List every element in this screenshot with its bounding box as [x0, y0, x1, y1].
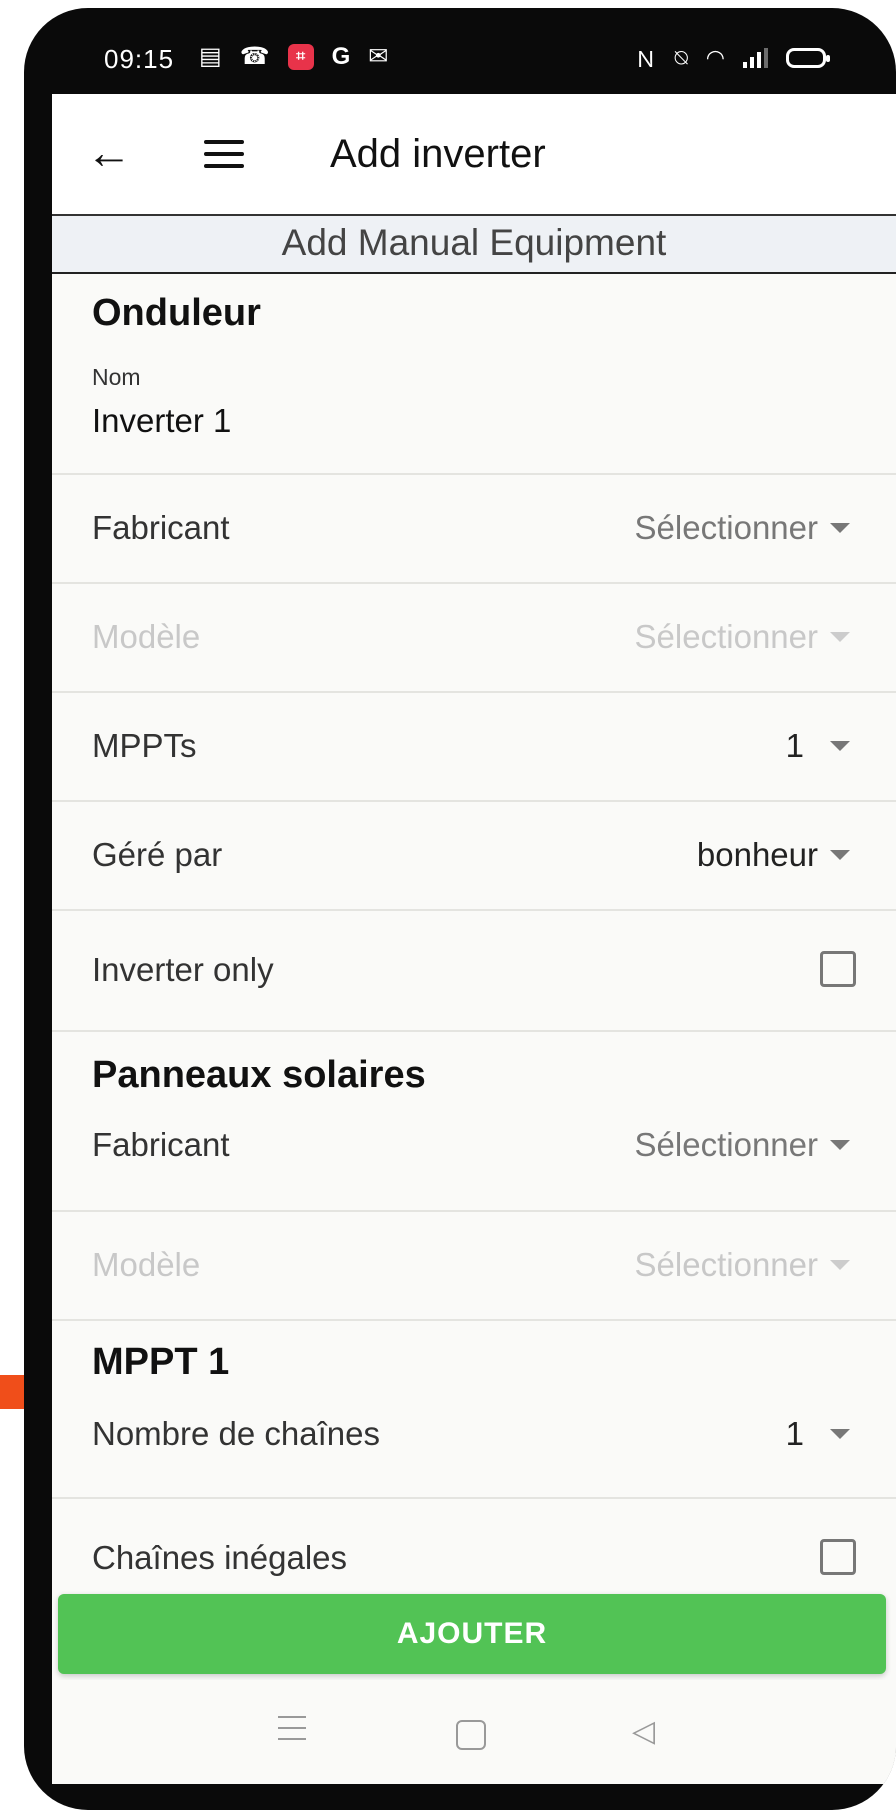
nfc-icon: Ｎ — [634, 47, 657, 72]
chaines-label: Nombre de chaînes — [92, 1415, 380, 1452]
onduleur-modele-value: Sélectionner — [635, 618, 850, 656]
panneaux-modele-text: Sélectionner — [634, 1246, 818, 1283]
name-field[interactable]: Nom Inverter 1 — [52, 354, 896, 475]
section-mppt1-title: MPPT 1 — [92, 1341, 230, 1383]
panneaux-fabricant-value[interactable]: Sélectionner — [635, 1126, 850, 1164]
status-right-icons: Ｎ ⍉ ◠ — [634, 42, 830, 74]
phone-missed-icon: ☎ — [239, 43, 270, 70]
home-icon[interactable] — [456, 1720, 486, 1750]
onduleur-modele-label: Modèle — [92, 618, 201, 655]
section-onduleur-title: Onduleur — [92, 292, 261, 334]
chevron-down-icon — [830, 632, 850, 642]
system-nav-bar: ◁ — [52, 1680, 896, 1784]
gere-par-value[interactable]: bonheur — [697, 836, 850, 874]
chaines-inegales-label: Chaînes inégales — [92, 1539, 348, 1576]
onduleur-fabricant-label: Fabricant — [92, 509, 230, 546]
app-screen: ← Add inverter Add Manual Equipment Ondu… — [52, 94, 896, 1784]
subheader-tab[interactable]: Add Manual Equipment — [52, 216, 896, 274]
recent-apps-icon[interactable] — [278, 1716, 306, 1749]
crop-app-icon: ⌗ — [287, 43, 314, 70]
gere-par-text: bonheur — [696, 836, 818, 873]
panneaux-modele-label: Modèle — [92, 1246, 201, 1283]
inverter-only-checkbox[interactable] — [820, 951, 856, 987]
chevron-down-icon — [830, 850, 850, 860]
vibrate-icon: ⍉ — [674, 45, 688, 70]
chaines-text: 1 — [785, 1415, 804, 1452]
mppts-label: MPPTs — [92, 727, 197, 764]
gere-par-label: Géré par — [92, 836, 223, 873]
notes-icon: ▤ — [199, 43, 222, 70]
chaines-select[interactable]: Nombre de chaînes 1 — [52, 1393, 896, 1499]
phone-frame: 09:15 ▤ ☎ ⌗ G ✉ Ｎ ⍉ ◠ ← Add inverter Add… — [24, 8, 896, 1810]
onduleur-modele-text: Sélectionner — [634, 618, 818, 655]
hamburger-menu-icon[interactable] — [204, 140, 244, 176]
google-icon: G — [331, 42, 351, 70]
panneaux-fabricant-label: Fabricant — [92, 1126, 230, 1163]
wifi-icon: ◠ — [705, 45, 725, 70]
page-title: Add inverter — [330, 132, 546, 176]
onduleur-fabricant-value[interactable]: Sélectionner — [635, 509, 850, 547]
chaines-inegales-row: Chaînes inégales — [52, 1499, 896, 1606]
battery-icon — [786, 48, 830, 68]
back-arrow-icon[interactable]: ← — [86, 124, 132, 180]
panneaux-modele-value: Sélectionner — [635, 1246, 850, 1284]
panneaux-modele-select: Modèle Sélectionner — [52, 1212, 896, 1321]
ajouter-button[interactable]: AJOUTER — [58, 1594, 886, 1674]
gmail-icon: ✉ — [368, 43, 389, 70]
app-bar: ← Add inverter — [52, 94, 896, 216]
panneaux-fabricant-select[interactable]: Fabricant Sélectionner — [52, 1106, 896, 1212]
status-left-icons: ▤ ☎ ⌗ G ✉ — [199, 42, 388, 71]
inverter-only-row: Inverter only — [52, 911, 896, 1032]
name-field-label: Nom — [92, 364, 141, 390]
onduleur-fabricant-select[interactable]: Fabricant Sélectionner — [52, 475, 896, 584]
mppts-value[interactable]: 1 — [786, 727, 850, 765]
chevron-down-icon — [830, 1429, 850, 1439]
chaines-inegales-checkbox[interactable] — [820, 1539, 856, 1575]
section-panneaux-title: Panneaux solaires — [92, 1054, 426, 1096]
onduleur-fabricant-text: Sélectionner — [634, 509, 818, 546]
back-triangle-icon[interactable]: ◁ — [632, 1714, 655, 1749]
chevron-down-icon — [830, 1140, 850, 1150]
chevron-down-icon — [830, 1260, 850, 1270]
mppts-select[interactable]: MPPTs 1 — [52, 693, 896, 802]
signal-icon — [743, 48, 768, 68]
name-field-value[interactable]: Inverter 1 — [92, 402, 231, 440]
inverter-only-label: Inverter only — [92, 951, 274, 988]
chevron-down-icon — [830, 741, 850, 751]
chevron-down-icon — [830, 523, 850, 533]
onduleur-modele-select: Modèle Sélectionner — [52, 584, 896, 693]
status-time: 09:15 — [104, 44, 175, 74]
gere-par-select[interactable]: Géré par bonheur — [52, 802, 896, 911]
chaines-value[interactable]: 1 — [786, 1415, 850, 1453]
mppts-text: 1 — [785, 727, 804, 764]
form-content: Onduleur Nom Inverter 1 Fabricant Sélect… — [52, 274, 896, 1606]
status-bar: 09:15 ▤ ☎ ⌗ G ✉ Ｎ ⍉ ◠ — [24, 8, 896, 94]
panneaux-fabricant-text: Sélectionner — [634, 1126, 818, 1163]
